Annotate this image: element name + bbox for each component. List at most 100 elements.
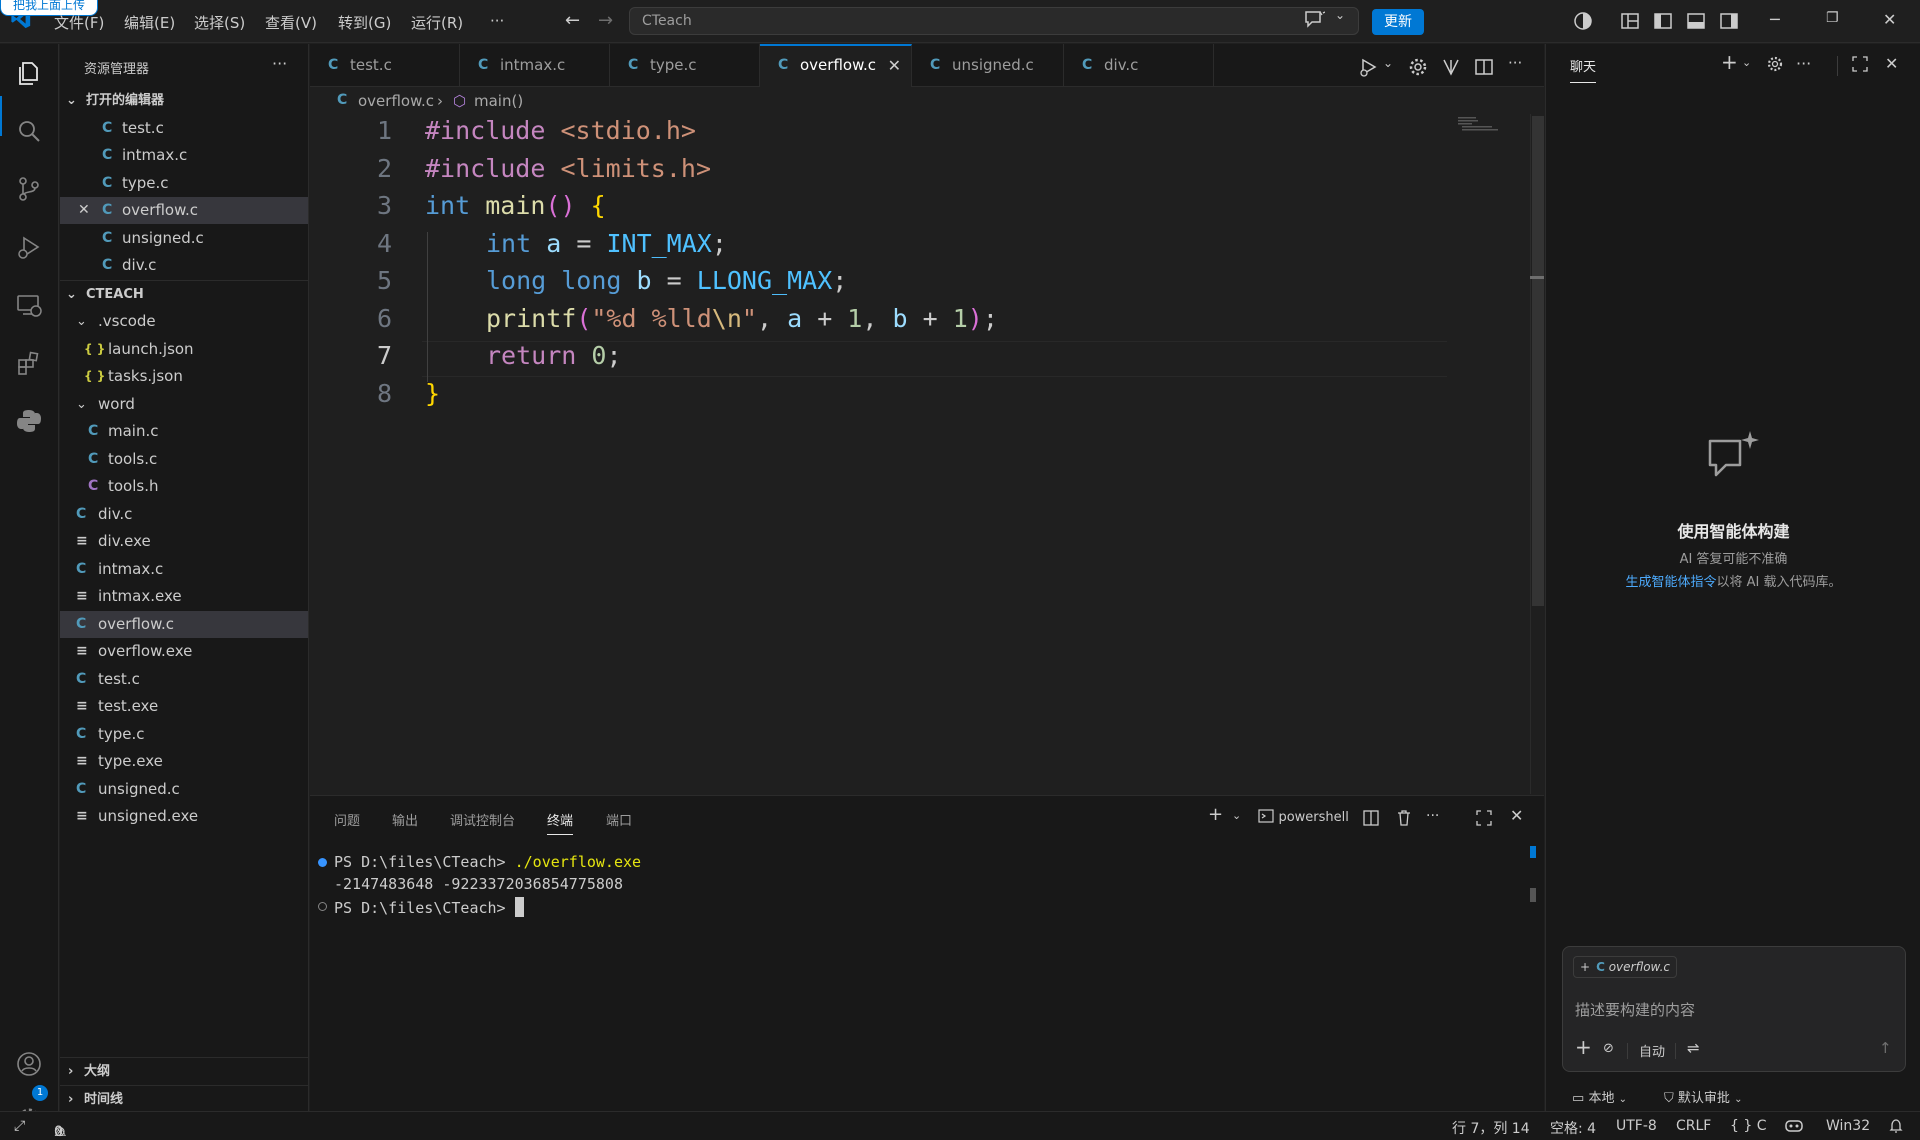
source-control-icon[interactable]	[14, 174, 44, 204]
menu-more[interactable]: ···	[490, 12, 504, 30]
open-editor-item[interactable]: Cintmax.c	[60, 142, 308, 169]
approval-mode[interactable]: ⛉ 默认审批 ⌄	[1664, 1087, 1742, 1106]
file-item[interactable]: ≡ unsigned.exe	[60, 803, 308, 830]
outline-header[interactable]: › 大纲	[60, 1058, 308, 1085]
minimap[interactable]	[1458, 116, 1498, 132]
update-button[interactable]: 更新	[1372, 9, 1424, 35]
copilot-status-icon[interactable]	[1784, 1118, 1804, 1138]
editor-scrollbar-thumb[interactable]	[1532, 116, 1544, 606]
timeline-header[interactable]: › 时间线	[60, 1086, 308, 1113]
accounts-layout-icon[interactable]	[1573, 11, 1593, 31]
file-item[interactable]: Cmain.c	[60, 418, 308, 445]
chat-title[interactable]: 聊天	[1570, 56, 1597, 83]
open-editor-item[interactable]: Ctype.c	[60, 170, 308, 197]
mode-selector[interactable]: 自动	[1639, 1041, 1665, 1060]
tab-overflow-c[interactable]: Coverflow.c ✕	[760, 44, 912, 87]
restore-icon[interactable]: ❐	[1826, 10, 1839, 26]
sidebar-more-icon[interactable]: ···	[272, 54, 287, 73]
tab-intmax-c[interactable]: Cintmax.c	[460, 44, 610, 87]
more-actions-icon[interactable]: ···	[1426, 808, 1439, 824]
run-code-icon[interactable]	[1358, 56, 1380, 78]
settings-sliders-icon[interactable]: ⇌	[1687, 1039, 1700, 1057]
chat-input-box[interactable]: + C overflow.c 描述要构建的内容 + ⊘ 自动 ⇌ ↑	[1562, 946, 1906, 1072]
encoding[interactable]: UTF-8	[1616, 1118, 1657, 1134]
back-arrow-icon[interactable]: ←	[565, 10, 580, 31]
tab-output[interactable]: 输出	[392, 810, 418, 829]
file-item[interactable]: ≡ intmax.exe	[60, 583, 308, 610]
compare-icon[interactable]	[1440, 56, 1462, 78]
folder-item[interactable]: ⌄ word	[60, 391, 308, 418]
close-panel-icon[interactable]: ✕	[1510, 806, 1523, 825]
language-mode[interactable]: { } C	[1730, 1118, 1767, 1134]
file-item[interactable]: Cdiv.c	[60, 501, 308, 528]
file-item[interactable]: { } tasks.json	[60, 363, 308, 390]
close-icon[interactable]: ✕	[888, 46, 901, 85]
extensions-icon[interactable]	[14, 348, 44, 378]
chevron-down-icon[interactable]: ⌄	[1232, 809, 1241, 822]
tab-problems[interactable]: 问题	[334, 810, 360, 829]
file-item[interactable]: Ctools.h	[60, 473, 308, 500]
tab-type-c[interactable]: Ctype.c	[610, 44, 760, 87]
file-item[interactable]: Ctest.c	[60, 666, 308, 693]
code-editor[interactable]: 1 2 3 4 5 6 7 8 #include <stdio.h> #incl…	[310, 114, 1544, 794]
search-icon[interactable]	[14, 116, 44, 146]
tab-div-c[interactable]: Cdiv.c	[1064, 44, 1214, 87]
file-item[interactable]: { } launch.json	[60, 336, 308, 363]
attach-icon[interactable]: +	[1575, 1035, 1592, 1059]
close-window-icon[interactable]: ✕	[1883, 10, 1896, 29]
python-icon[interactable]	[14, 406, 44, 436]
add-context-icon[interactable]: +	[1580, 960, 1590, 974]
gear-icon[interactable]	[1407, 56, 1429, 78]
open-editor-item-active[interactable]: ✕ Coverflow.c	[60, 197, 308, 224]
file-item[interactable]: ≡ overflow.exe	[60, 638, 308, 665]
customize-layout-icon[interactable]	[1620, 11, 1640, 31]
tab-unsigned-c[interactable]: Cunsigned.c	[912, 44, 1064, 87]
cursor-position[interactable]: 行 7，列 14	[1452, 1118, 1530, 1138]
maximize-panel-icon[interactable]	[1475, 809, 1493, 827]
run-debug-icon[interactable]	[14, 232, 44, 262]
command-success-dot[interactable]	[318, 858, 327, 867]
tab-ports[interactable]: 端口	[606, 810, 632, 829]
open-editor-item[interactable]: Cunsigned.c	[60, 225, 308, 252]
toggle-secondary-sidebar-icon[interactable]	[1719, 11, 1739, 31]
file-item[interactable]: Cunsigned.c	[60, 776, 308, 803]
file-item[interactable]: Cintmax.c	[60, 556, 308, 583]
tab-terminal[interactable]: 终端	[547, 810, 574, 835]
menu-file[interactable]: 文件(F)	[54, 12, 104, 33]
copilot-icon[interactable]: ⌄	[1303, 8, 1345, 32]
trash-icon[interactable]	[1395, 809, 1413, 827]
more-actions-icon[interactable]: ···	[1508, 54, 1522, 72]
file-item-selected[interactable]: Coverflow.c	[60, 611, 308, 638]
maximize-icon[interactable]	[1851, 55, 1869, 73]
workspace-header[interactable]: ⌄ CTEACH	[60, 281, 308, 308]
platform[interactable]: Win32	[1826, 1118, 1870, 1134]
chevron-down-icon[interactable]: ⌄	[1742, 56, 1751, 69]
menu-view[interactable]: 查看(V)	[265, 12, 317, 33]
menu-selection[interactable]: 选择(S)	[194, 12, 245, 33]
close-icon[interactable]: ✕	[78, 197, 90, 224]
tab-debug-console[interactable]: 调试控制台	[450, 810, 515, 829]
forward-arrow-icon[interactable]: →	[598, 10, 613, 31]
file-item[interactable]: ≡ test.exe	[60, 693, 308, 720]
terminal-profile[interactable]: powershell	[1258, 808, 1349, 825]
file-item[interactable]: Ctype.c	[60, 721, 308, 748]
toggle-panel-icon[interactable]	[1686, 11, 1706, 31]
new-chat-icon[interactable]: +	[1721, 50, 1738, 74]
tools-icon[interactable]: ⊘	[1603, 1041, 1614, 1056]
indentation[interactable]: 空格: 4	[1550, 1118, 1596, 1138]
menu-edit[interactable]: 编辑(E)	[124, 12, 175, 33]
explorer-icon[interactable]	[14, 58, 44, 88]
toggle-sidebar-icon[interactable]	[1653, 11, 1673, 31]
breadcrumb-symbol[interactable]: main()	[474, 92, 523, 110]
open-editor-item[interactable]: Cdiv.c	[60, 252, 308, 279]
menu-run[interactable]: 运行(R)	[411, 12, 463, 33]
send-arrow-icon[interactable]: ↑	[1879, 1039, 1892, 1057]
open-editor-item[interactable]: Ctest.c	[60, 115, 308, 142]
context-chip[interactable]: + C overflow.c	[1573, 956, 1678, 978]
file-item[interactable]: ≡ div.exe	[60, 528, 308, 555]
gear-icon[interactable]	[1766, 55, 1784, 73]
command-pending-dot[interactable]	[318, 902, 327, 911]
account-icon[interactable]	[14, 1049, 44, 1079]
notifications-bell-icon[interactable]	[1888, 1118, 1904, 1138]
split-terminal-icon[interactable]	[1362, 809, 1380, 827]
